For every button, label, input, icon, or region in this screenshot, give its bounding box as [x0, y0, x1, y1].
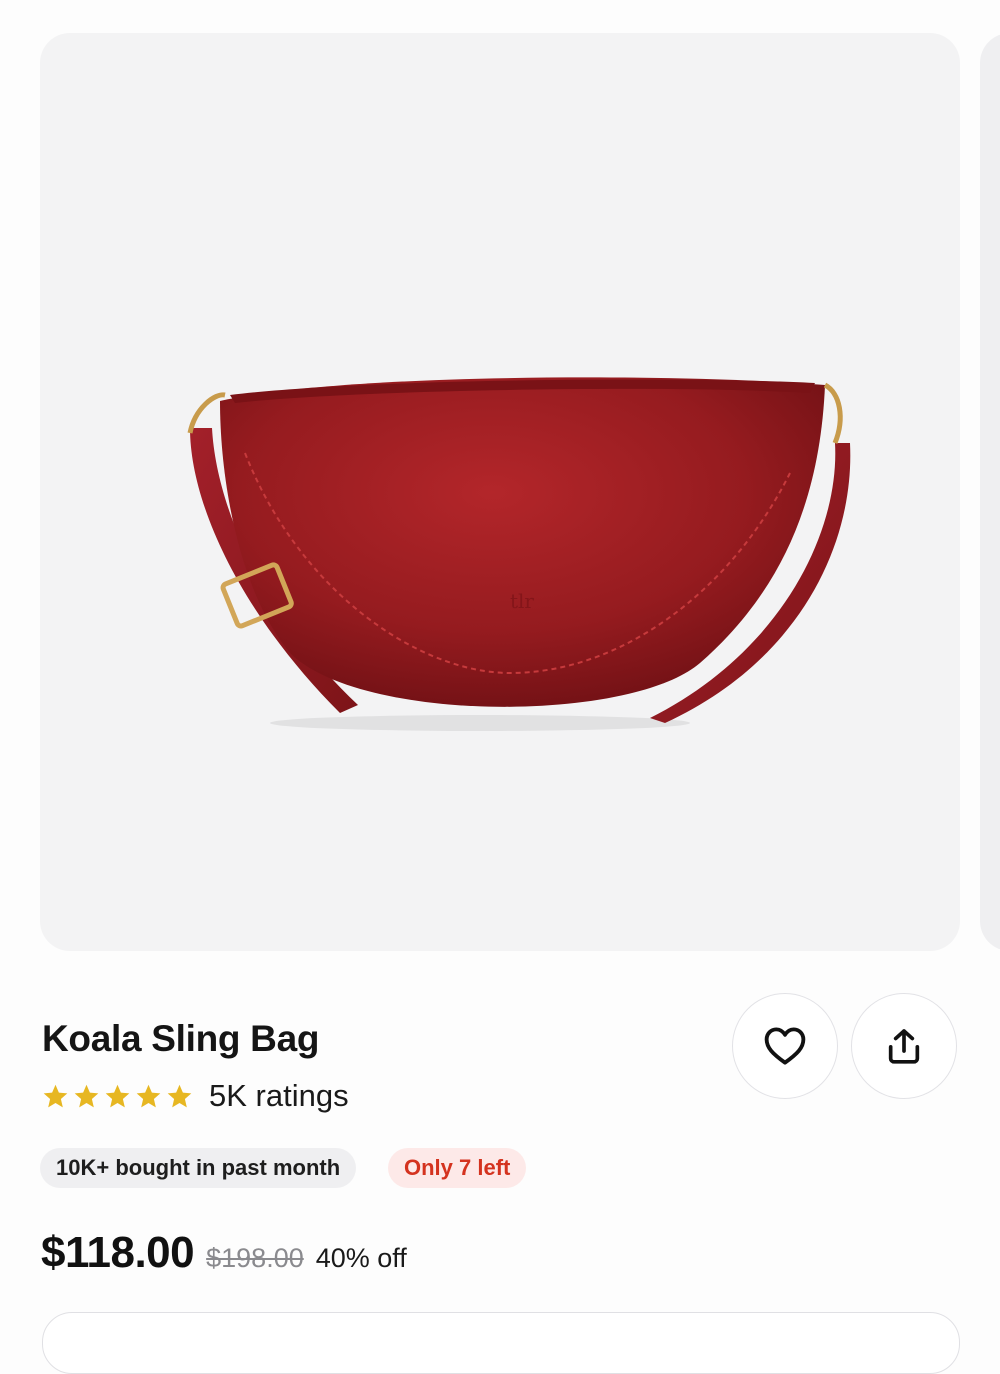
share-button[interactable] [851, 993, 957, 1099]
star-icon [136, 1084, 161, 1107]
heart-icon [764, 1027, 806, 1065]
price-row: $118.00 $198.00 40% off [41, 1228, 407, 1278]
product-image-gallery[interactable]: tlr [0, 0, 1000, 960]
svg-text:tlr: tlr [510, 589, 534, 613]
ratings-count: 5K ratings [209, 1078, 349, 1113]
next-image-card[interactable] [980, 33, 1000, 951]
star-icon [105, 1084, 130, 1107]
original-price: $198.00 [206, 1243, 304, 1273]
star-icon [167, 1084, 192, 1107]
product-image-card[interactable]: tlr [40, 33, 960, 951]
share-icon [888, 1029, 920, 1064]
discount-label: 40% off [315, 1243, 407, 1273]
star-icon [43, 1084, 68, 1107]
star-icon [74, 1084, 99, 1107]
options-panel[interactable] [42, 1312, 960, 1374]
favorite-button[interactable] [732, 993, 838, 1099]
stock-badge: Only 7 left [388, 1148, 527, 1188]
bought-badge: 10K+ bought in past month [40, 1148, 357, 1188]
product-title: Koala Sling Bag [42, 1018, 320, 1059]
current-price: $118.00 [41, 1228, 195, 1277]
rating-row[interactable]: 5K ratings [42, 1078, 349, 1114]
star-rating [42, 1083, 193, 1110]
product-image: tlr [187, 377, 851, 731]
